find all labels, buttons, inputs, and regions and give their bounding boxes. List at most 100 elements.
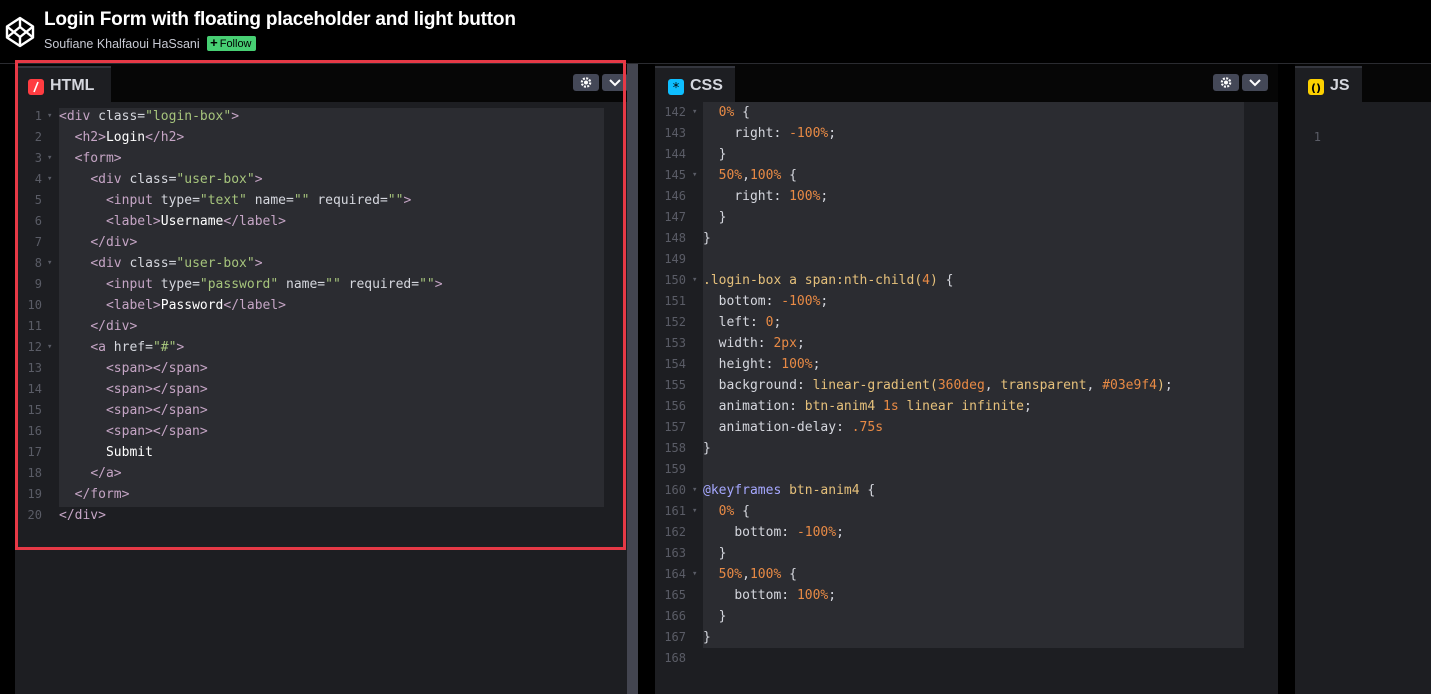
code-token: </form> [74, 487, 130, 502]
code-line: 161 ▾ 0% { [655, 501, 1278, 522]
fold-arrow-icon[interactable]: ▾ [47, 253, 52, 274]
html-collapse-button[interactable] [602, 74, 628, 91]
code-line: 4 ▾ <div class="user-box"> [15, 169, 627, 190]
fold-arrow-icon[interactable]: ▾ [692, 564, 697, 585]
follow-button[interactable]: + Follow [207, 36, 256, 52]
html-tabbar: HTML [15, 64, 628, 102]
js-tabbar: () JS [1295, 64, 1431, 102]
pen-title: Login Form with floating placeholder and… [44, 9, 516, 30]
fold-arrow-icon[interactable]: ▾ [692, 102, 697, 123]
code-token: "user-box" [176, 172, 255, 187]
code-token: name= [286, 277, 326, 292]
svg-text:(): () [1311, 82, 1321, 95]
code-line: 164 ▾ 50%,100% { [655, 564, 1278, 585]
tab-html[interactable]: HTML [15, 66, 111, 102]
code-line: 8 ▾ <div class="user-box"> [15, 253, 627, 274]
code-token: width [718, 336, 758, 351]
left-gutter [0, 64, 15, 694]
panel-resize-handle[interactable] [627, 64, 638, 694]
code-line: 3 ▾ <form> [15, 148, 627, 169]
code-token: } [703, 441, 711, 456]
code-token: </a> [90, 466, 122, 481]
code-token: "" [387, 193, 404, 208]
code-line: 150 ▾ .login-box a span:nth-child(4) { [655, 270, 1278, 291]
follow-label: Follow [219, 38, 252, 51]
line-number: 148 [664, 231, 686, 245]
code-text: } [703, 438, 711, 459]
fold-arrow-icon[interactable]: ▾ [692, 480, 697, 501]
line-number: 12 [27, 340, 42, 354]
fold-arrow-icon[interactable]: ▾ [47, 337, 52, 358]
code-line: 149 [655, 249, 1278, 270]
code-text: animation-delay: .75s [703, 417, 883, 438]
line-number: 167 [664, 630, 686, 644]
codepen-logo-icon[interactable] [5, 15, 35, 49]
line-number: 19 [27, 487, 42, 501]
code-token: } [703, 609, 727, 624]
code-token: "" [419, 277, 435, 292]
code-token: : [836, 420, 852, 435]
code-token: animation-delay [718, 420, 837, 435]
author-name[interactable]: Soufiane Khalfaoui HaSsani [44, 37, 200, 51]
code-text: } [703, 207, 727, 228]
code-text: left: 0; [703, 312, 782, 333]
code-text: 50%,100% { [703, 165, 797, 186]
code-line: 147 } [655, 207, 1278, 228]
code-text: <span></span> [59, 400, 208, 421]
html-code-editor[interactable]: 1 ▾ <div class="login-box"> 2 <h2>Login</h2… [15, 102, 627, 694]
fold-arrow-icon[interactable]: ▾ [47, 106, 52, 127]
fold-arrow-icon[interactable]: ▾ [47, 169, 52, 190]
line-number: 157 [664, 420, 686, 434]
code-token: <input [105, 193, 161, 208]
fold-arrow-icon[interactable]: ▾ [692, 501, 697, 522]
code-token: : [765, 357, 782, 372]
code-token: > [176, 340, 185, 355]
code-token: <a [90, 340, 114, 355]
code-token: href= [113, 340, 153, 355]
fold-arrow-icon[interactable]: ▾ [47, 148, 52, 169]
tab-css[interactable]: * CSS [655, 66, 735, 102]
line-number: 142 [664, 105, 686, 119]
code-token: ; [1023, 399, 1032, 414]
code-text: </div> [59, 232, 137, 253]
js-badge-icon: () [1308, 79, 1324, 95]
line-number: 1 [1313, 130, 1321, 144]
line-number: 1 [34, 109, 42, 123]
fold-arrow-icon[interactable]: ▾ [692, 270, 697, 291]
code-text: <label>Username</label> [59, 211, 286, 232]
tab-js[interactable]: () JS [1295, 66, 1362, 102]
code-text: background: linear-gradient(360deg, tran… [703, 375, 1173, 396]
line-number: 144 [664, 147, 686, 161]
tab-html-label: HTML [50, 77, 95, 94]
svg-text:*: * [673, 81, 680, 95]
code-line: 151 bottom: -100%; [655, 291, 1278, 312]
code-line: 158} [655, 438, 1278, 459]
code-token: linear-gradient( [812, 378, 938, 393]
fold-arrow-icon[interactable]: ▾ [692, 165, 697, 186]
code-text: } [703, 543, 727, 564]
code-token: ; [828, 588, 837, 603]
code-token: "login-box" [145, 109, 232, 124]
code-token: } [703, 231, 711, 246]
js-code-editor[interactable]: 1 [1295, 102, 1431, 694]
html-settings-button[interactable] [573, 74, 599, 91]
code-token: : [773, 189, 790, 204]
line-number: 14 [27, 382, 42, 396]
code-token: { [859, 483, 876, 498]
code-token: required= [348, 277, 420, 292]
line-number: 5 [34, 193, 42, 207]
code-token: .login-box a span:nth-child( [703, 273, 923, 288]
code-token: ; [836, 525, 844, 540]
author-line: Soufiane Khalfaoui HaSsani + Follow [44, 35, 256, 52]
code-token: : [796, 378, 813, 393]
code-token: <label> [105, 298, 161, 313]
page-header: Login Form with floating placeholder and… [0, 0, 1431, 64]
line-number: 6 [34, 214, 42, 228]
css-settings-button[interactable] [1213, 74, 1239, 91]
line-number: 10 [27, 298, 42, 312]
css-code-editor[interactable]: 142 ▾ 0% {143 right: -100%; 144 } 145 ▾ 50%,… [655, 102, 1278, 694]
css-collapse-button[interactable] [1242, 74, 1268, 91]
code-token: } [703, 546, 727, 561]
